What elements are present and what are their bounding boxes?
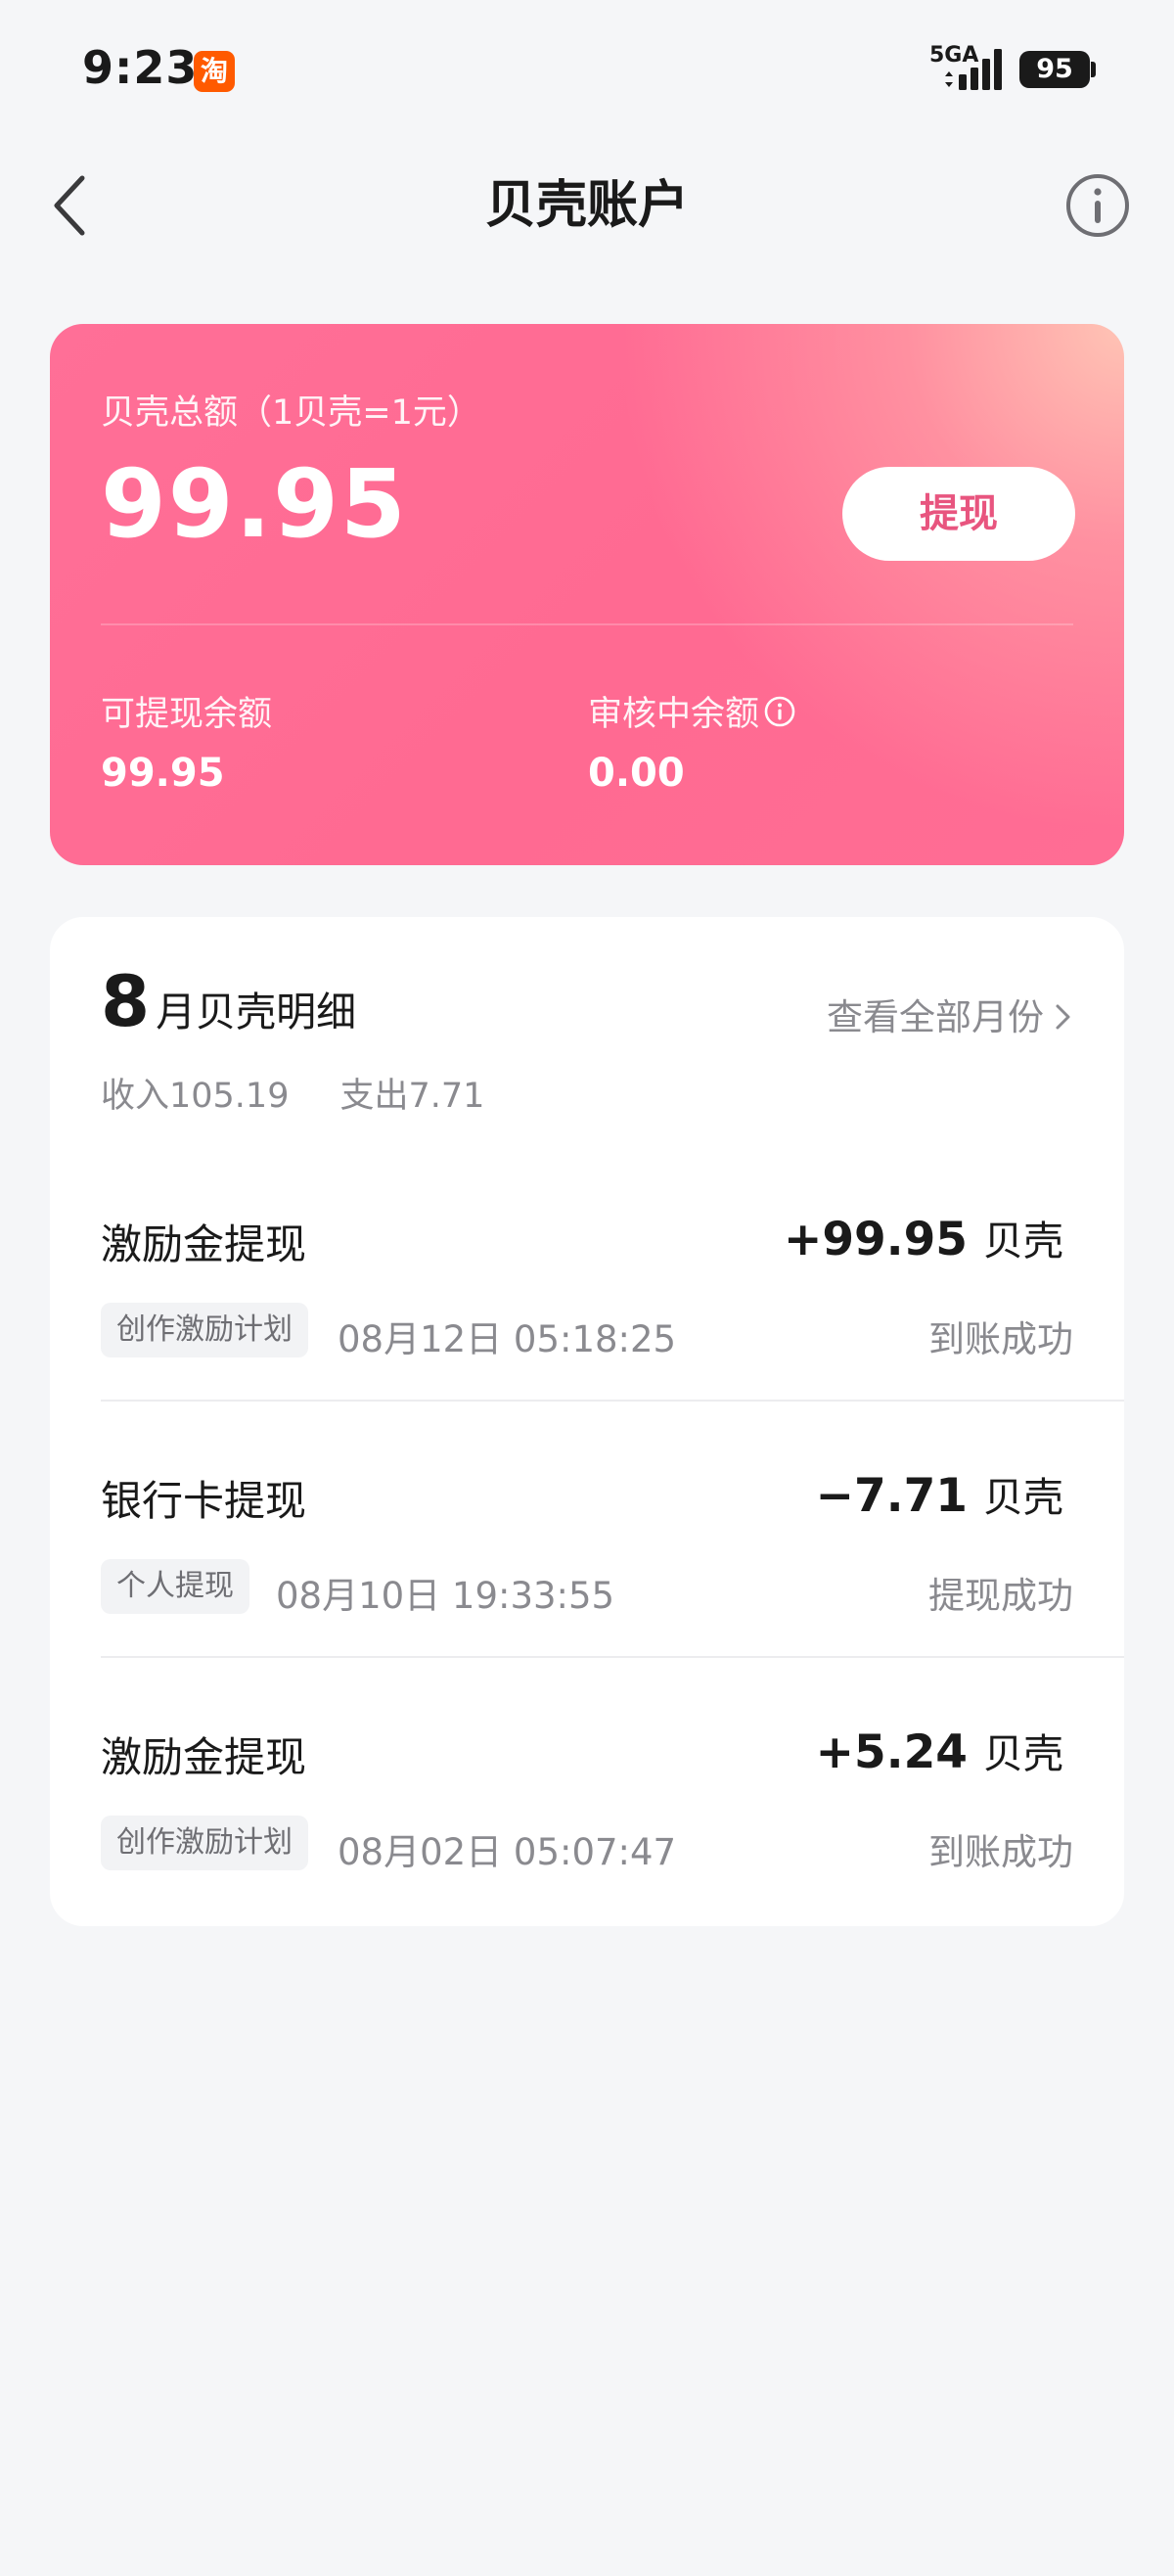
total-balance-label: 贝壳总额（1贝壳=1元） [101, 393, 481, 433]
view-all-months-label: 查看全部月份 [827, 996, 1044, 1038]
transaction-row[interactable]: 激励金提现 +99.95 贝壳 创作激励计划 08月12日 05:18:25 到账… [50, 1145, 1124, 1402]
transaction-tag: 创作激励计划 [101, 1816, 308, 1870]
transaction-time: 08月10日 19:33:55 [276, 1575, 615, 1617]
withdraw-button[interactable]: 提现 [842, 467, 1075, 561]
pending-balance-label: 审核中余额 [588, 695, 760, 734]
transaction-row[interactable]: 银行卡提现 −7.71 贝壳 个人提现 08月10日 19:33:55 提现成功 [50, 1402, 1124, 1658]
pending-balance-label-group: 审核中余额 [588, 686, 796, 736]
transaction-list: 激励金提现 +99.95 贝壳 创作激励计划 08月12日 05:18:25 到账… [50, 1145, 1124, 1914]
transaction-tag: 创作激励计划 [101, 1303, 308, 1357]
transaction-amount-unit: 贝壳 [983, 1730, 1063, 1777]
signal-strength-icon [945, 49, 1002, 90]
transaction-amount: +99.95 贝壳 [784, 1208, 1063, 1266]
total-balance-value: 99.95 [101, 449, 408, 559]
card-divider [101, 623, 1073, 625]
expense-summary: 支出7.71 [339, 1077, 485, 1116]
info-button[interactable] [1062, 170, 1133, 241]
transaction-amount: −7.71 贝壳 [816, 1464, 1063, 1523]
transaction-title: 激励金提现 [101, 1733, 307, 1781]
transaction-amount-unit: 贝壳 [983, 1218, 1063, 1265]
battery-level: 95 [1019, 51, 1090, 88]
balance-card: 贝壳总额（1贝壳=1元） 99.95 提现 可提现余额 99.95 审核中余额 … [50, 324, 1124, 865]
transaction-row[interactable]: 激励金提现 +5.24 贝壳 创作激励计划 08月02日 05:07:47 到账成… [50, 1658, 1124, 1914]
pending-info-icon[interactable] [763, 695, 796, 728]
status-bar: 9:23 淘 5GA 95 [0, 0, 1174, 137]
transaction-time: 08月02日 05:07:47 [338, 1831, 677, 1873]
transaction-amount-value: +5.24 [815, 1725, 968, 1779]
pending-balance-value: 0.00 [588, 751, 685, 796]
page-title: 贝壳账户 [484, 176, 689, 235]
transaction-amount-value: −7.71 [815, 1469, 968, 1523]
available-balance-label: 可提现余额 [101, 695, 273, 734]
transaction-amount: +5.24 贝壳 [816, 1721, 1063, 1779]
month-header: 8 月贝壳明细 [101, 960, 356, 1044]
taobao-app-icon: 淘 [194, 51, 235, 92]
transaction-status: 到账成功 [928, 1318, 1073, 1360]
transaction-title: 激励金提现 [101, 1220, 307, 1268]
transaction-tag: 个人提现 [101, 1559, 249, 1614]
transaction-amount-unit: 贝壳 [983, 1474, 1063, 1521]
transaction-status: 提现成功 [928, 1575, 1073, 1617]
transaction-amount-value: +99.95 [783, 1213, 968, 1266]
chevron-right-icon [1056, 1004, 1070, 1030]
transaction-time: 08月12日 05:18:25 [338, 1318, 677, 1360]
month-title: 月贝壳明细 [156, 989, 357, 1035]
transaction-title: 银行卡提现 [101, 1477, 307, 1525]
transaction-status: 到账成功 [928, 1831, 1073, 1873]
available-balance-value: 99.95 [101, 751, 225, 796]
back-button[interactable] [39, 164, 102, 247]
month-summary: 收入105.19 支出7.71 [101, 1068, 484, 1118]
income-summary: 收入105.19 [101, 1077, 290, 1116]
monthly-details-card: 8 月贝壳明细 查看全部月份 收入105.19 支出7.71 激励金提现 +99.9… [50, 917, 1124, 1926]
status-time: 9:23 [82, 41, 199, 94]
battery-icon [1091, 62, 1096, 77]
month-number: 8 [101, 960, 151, 1042]
view-all-months-link[interactable]: 查看全部月份 [827, 988, 1073, 1040]
